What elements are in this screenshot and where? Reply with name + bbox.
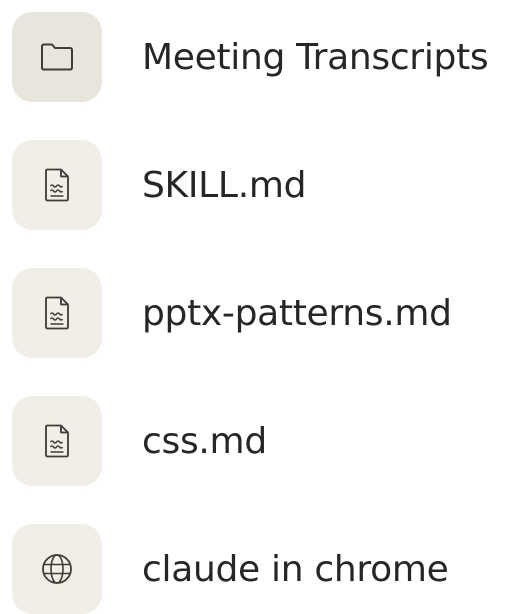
folder-icon-tile [12, 12, 102, 102]
list-item-label: Meeting Transcripts [142, 36, 489, 78]
file-list: Meeting Transcripts SKILL.md pptx-patter… [0, 0, 530, 614]
list-item-claude-in-chrome[interactable]: claude in chrome [12, 524, 522, 614]
document-icon [35, 419, 79, 463]
document-icon-tile [12, 396, 102, 486]
document-icon [35, 291, 79, 335]
globe-icon [35, 547, 79, 591]
list-item-skill-md[interactable]: SKILL.md [12, 140, 522, 230]
document-icon-tile [12, 268, 102, 358]
list-item-label: SKILL.md [142, 164, 307, 206]
list-item-meeting-transcripts[interactable]: Meeting Transcripts [12, 12, 522, 102]
list-item-css-md[interactable]: css.md [12, 396, 522, 486]
list-item-pptx-patterns-md[interactable]: pptx-patterns.md [12, 268, 522, 358]
list-item-label: css.md [142, 420, 267, 462]
globe-icon-tile [12, 524, 102, 614]
document-icon-tile [12, 140, 102, 230]
document-icon [35, 163, 79, 207]
folder-icon [35, 35, 79, 79]
list-item-label: pptx-patterns.md [142, 292, 452, 334]
list-item-label: claude in chrome [142, 548, 449, 590]
